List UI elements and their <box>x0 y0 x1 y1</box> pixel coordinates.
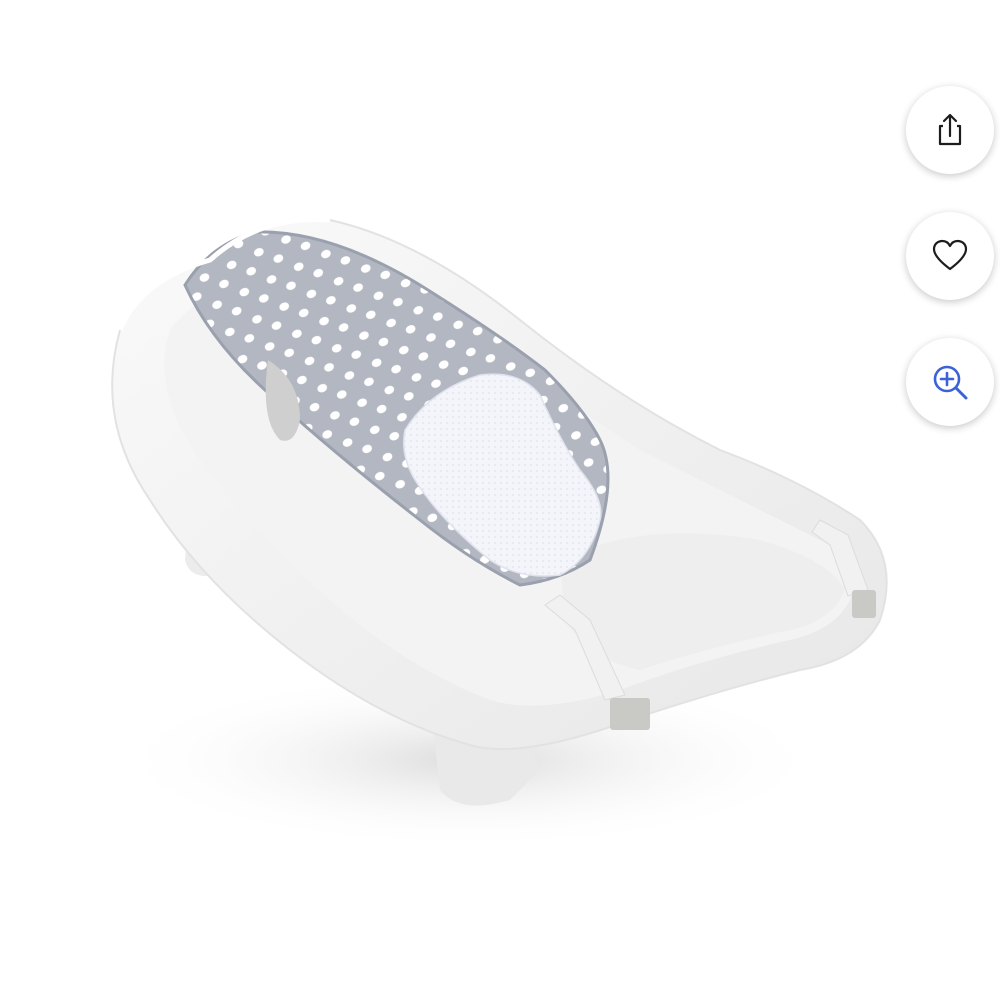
share-icon <box>938 113 962 146</box>
favorite-button[interactable]: Favorite <box>906 212 994 300</box>
product-image <box>110 217 888 850</box>
heart-icon <box>932 239 968 271</box>
share-button[interactable]: Share <box>906 86 994 174</box>
zoom-button[interactable]: Zoom <box>906 338 994 426</box>
zoom-in-icon <box>933 365 968 400</box>
